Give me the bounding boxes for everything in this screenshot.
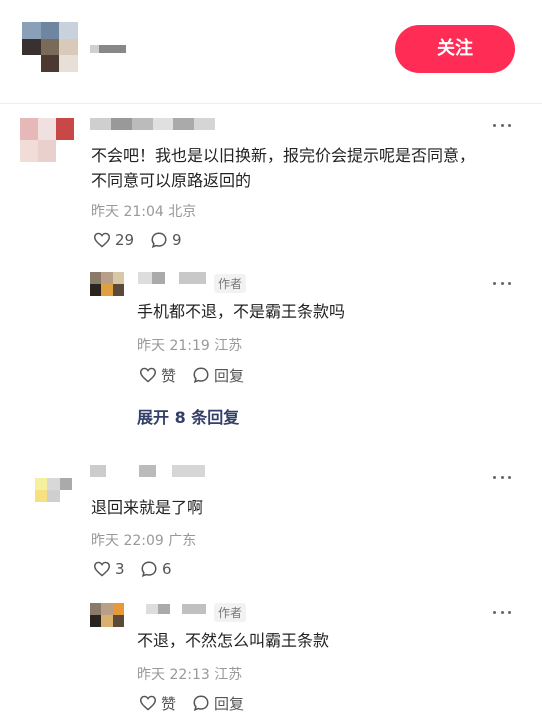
author-badge: 作者 <box>214 603 247 622</box>
heart-icon <box>93 232 111 248</box>
reply-time: 昨天 21:19 江苏 <box>137 335 242 355</box>
like-button[interactable]: 赞 <box>139 693 176 713</box>
more-icon[interactable] <box>493 122 511 128</box>
location: 北京 <box>168 204 197 220</box>
reply-time: 昨天 22:13 江苏 <box>137 664 242 684</box>
heart-icon <box>93 561 111 577</box>
location: 广东 <box>168 533 197 549</box>
like-count: 29 <box>115 231 135 249</box>
like-button[interactable]: 29 <box>93 230 134 250</box>
reply-count: 9 <box>172 231 182 249</box>
like-button[interactable]: 赞 <box>139 365 176 385</box>
heart-icon <box>139 367 157 383</box>
comment-text: 不同意可以原路返回的 <box>91 171 252 190</box>
more-icon[interactable] <box>493 474 511 480</box>
more-icon[interactable] <box>493 609 511 615</box>
reply-text: 不退，不然怎么叫霸王条款 <box>137 631 330 650</box>
reply-button[interactable]: 6 <box>140 559 172 579</box>
comment-time: 昨天 22:09 广东 <box>91 530 196 550</box>
comment-icon <box>193 695 209 711</box>
reply-username[interactable] <box>146 604 206 614</box>
reply-button[interactable]: 9 <box>150 230 182 250</box>
like-button[interactable]: 3 <box>93 559 125 579</box>
comment-time: 昨天 21:04 北京 <box>91 201 196 221</box>
reply-label: 回复 <box>214 694 245 713</box>
comment-username[interactable] <box>90 118 215 130</box>
header-avatar[interactable] <box>22 22 78 72</box>
time: 昨天 22:09 <box>91 533 164 549</box>
reply-count: 6 <box>162 560 172 578</box>
heart-icon <box>139 695 157 711</box>
time: 昨天 21:19 <box>137 338 210 354</box>
comment-avatar[interactable] <box>22 478 72 502</box>
follow-button[interactable]: 关注 <box>395 25 515 73</box>
like-label: 赞 <box>161 694 177 713</box>
header-username[interactable] <box>90 45 126 53</box>
comment-icon <box>141 561 157 577</box>
comment-avatar[interactable] <box>20 118 74 162</box>
reply-text: 手机都不退，不是霸王条款吗 <box>137 302 346 321</box>
time: 昨天 22:13 <box>137 667 210 683</box>
location: 江苏 <box>214 667 243 683</box>
like-count: 3 <box>115 560 125 578</box>
comment-icon <box>193 367 209 383</box>
reply-button[interactable]: 回复 <box>192 693 244 713</box>
time: 昨天 21:04 <box>91 204 164 220</box>
expand-replies-button[interactable]: 展开 8 条回复 <box>137 404 239 428</box>
like-label: 赞 <box>161 366 177 385</box>
reply-label: 回复 <box>214 366 245 385</box>
comment-text: 不会吧！我也是以旧换新，报完价会提示呢是否同意， <box>91 146 476 165</box>
comment-text: 退回来就是了啊 <box>91 498 204 517</box>
reply-button[interactable]: 回复 <box>192 365 244 385</box>
reply-avatar[interactable] <box>90 272 124 296</box>
location: 江苏 <box>214 338 243 354</box>
reply-username[interactable] <box>138 272 206 284</box>
comment-icon <box>151 232 167 248</box>
author-badge: 作者 <box>214 274 247 293</box>
divider <box>0 103 542 104</box>
reply-avatar[interactable] <box>90 603 124 627</box>
more-icon[interactable] <box>493 280 511 286</box>
comment-username[interactable] <box>90 465 205 477</box>
